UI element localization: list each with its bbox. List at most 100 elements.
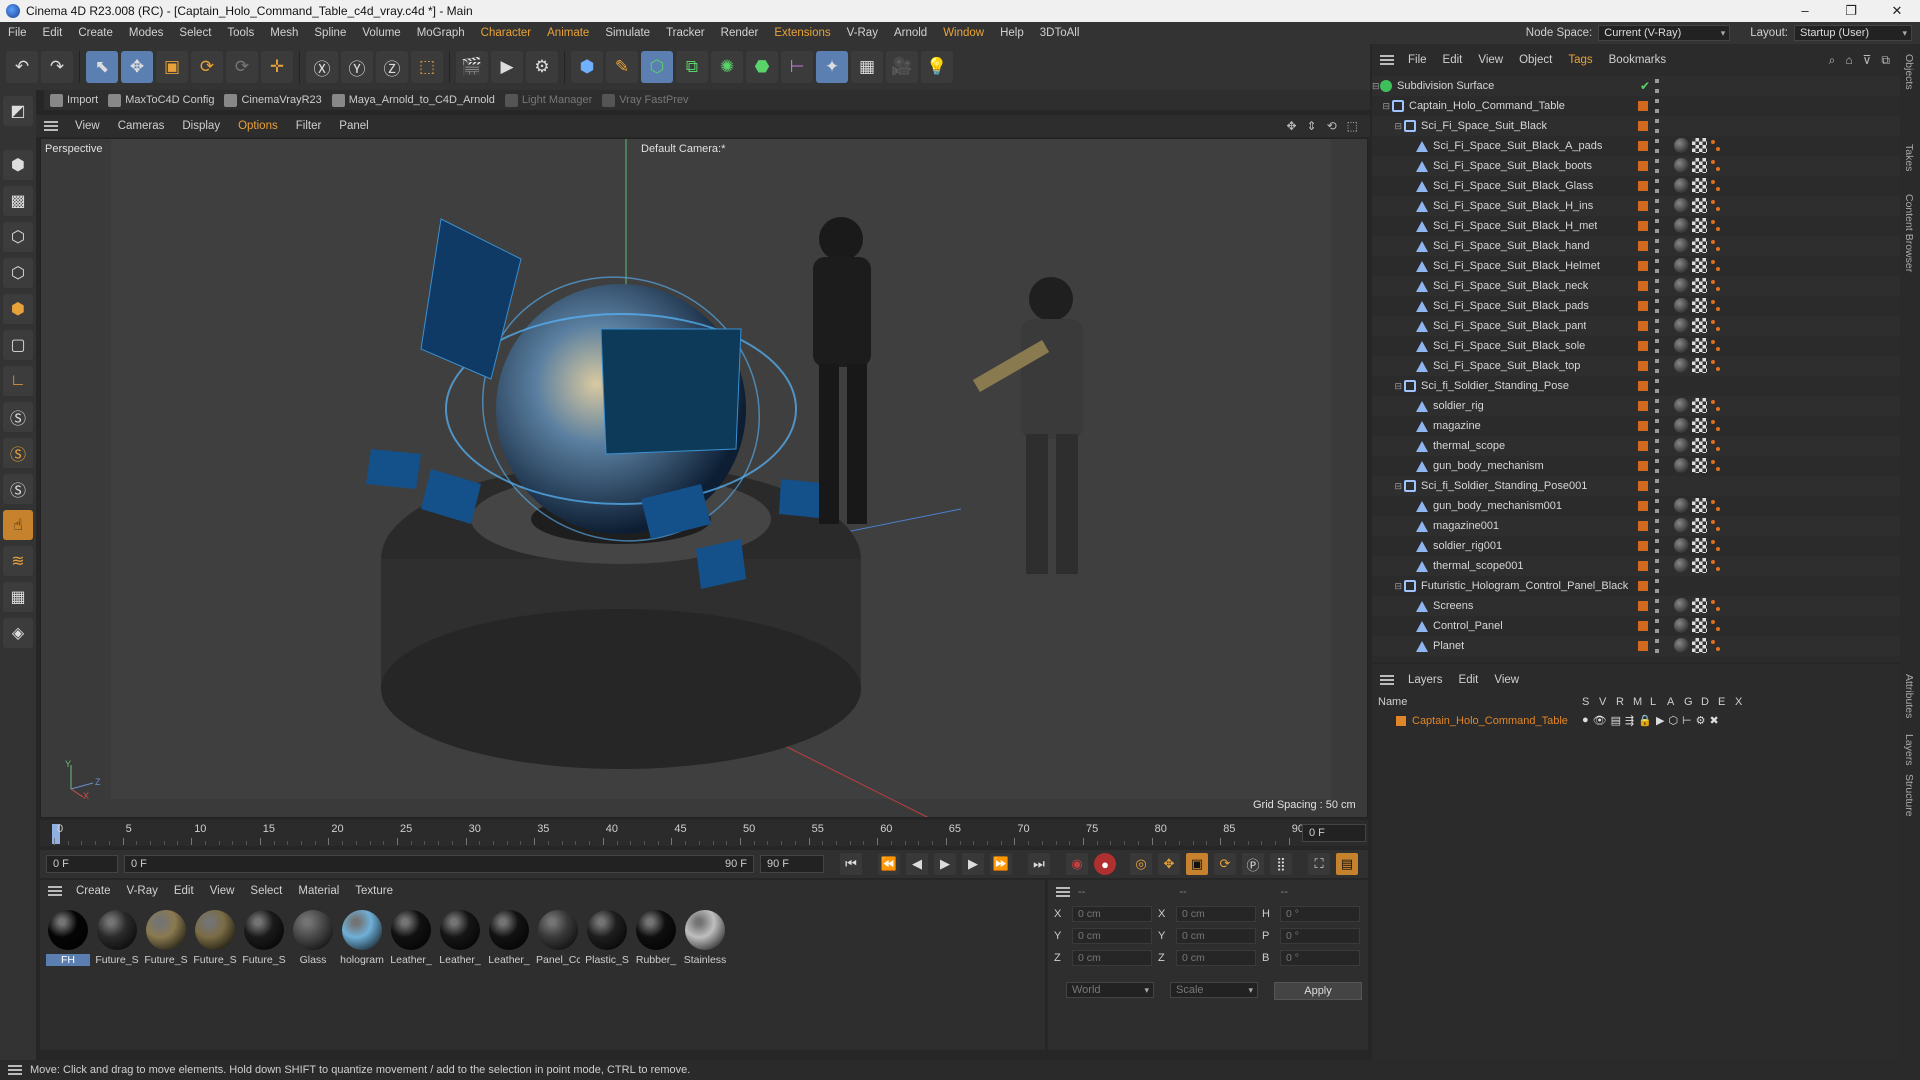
expressions-flag-icon[interactable]: ⚙: [1696, 714, 1706, 727]
texture-tag-icon[interactable]: [1692, 338, 1707, 353]
coord-pos-field[interactable]: 0 cm: [1072, 928, 1152, 944]
material-swatch[interactable]: Plastic_S: [585, 910, 629, 966]
viewport-menu-view[interactable]: View: [66, 120, 109, 132]
texture-tag-icon[interactable]: [1692, 198, 1707, 213]
tab-takes[interactable]: Takes: [1903, 144, 1915, 171]
keyframe-selection-icon[interactable]: ◎: [1130, 853, 1152, 875]
material-tag-icon[interactable]: [1674, 618, 1689, 633]
visibility-dots-icon[interactable]: [1655, 519, 1659, 533]
tab-structure[interactable]: Structure: [1903, 774, 1915, 817]
coord-rot-field[interactable]: 0 °: [1280, 906, 1360, 922]
object-menu-bookmarks[interactable]: Bookmarks: [1601, 54, 1675, 66]
object-tree-row[interactable]: ⊟ Futuristic_Hologram_Control_Panel_Black: [1372, 576, 1900, 596]
texture-tag-icon[interactable]: [1692, 318, 1707, 333]
viewport-menu-display[interactable]: Display: [173, 120, 229, 132]
menu-render[interactable]: Render: [713, 27, 767, 39]
material-swatch[interactable]: Future_S: [144, 910, 188, 966]
next-key-icon[interactable]: ⏩: [990, 853, 1012, 875]
vray-tag-icon[interactable]: [1710, 238, 1722, 253]
texture-tag-icon[interactable]: [1692, 558, 1707, 573]
light-manager-button[interactable]: Light Manager: [504, 93, 592, 107]
subdivision-generator-icon[interactable]: ⬡: [641, 51, 673, 83]
vray-tag-icon[interactable]: [1710, 198, 1722, 213]
menu-character[interactable]: Character: [473, 27, 540, 39]
camera-object-icon[interactable]: 🎥: [886, 51, 918, 83]
material-swatch[interactable]: FH: [46, 910, 90, 966]
record-active-icon[interactable]: ◉: [1066, 853, 1088, 875]
layer-flag-column[interactable]: R: [1616, 696, 1624, 708]
coordinate-system-icon[interactable]: ⬚: [411, 51, 443, 83]
layer-color-tag[interactable]: [1638, 441, 1648, 451]
layer-menu-icon[interactable]: [1380, 675, 1394, 685]
coord-pos-field[interactable]: 0 cm: [1072, 906, 1152, 922]
material-tag-icon[interactable]: [1674, 138, 1689, 153]
layer-flag-column[interactable]: E: [1718, 696, 1725, 708]
object-tree-row[interactable]: Sci_Fi_Space_Suit_Black_Glass: [1372, 176, 1900, 196]
texture-tag-icon[interactable]: [1692, 258, 1707, 273]
key-position-icon[interactable]: ✥: [1158, 853, 1180, 875]
texture-tag-icon[interactable]: [1692, 538, 1707, 553]
tree-expander-icon[interactable]: ⊟: [1372, 381, 1404, 392]
redo-icon[interactable]: ↷: [41, 51, 73, 83]
object-tree-row[interactable]: Sci_Fi_Space_Suit_Black_sole: [1372, 336, 1900, 356]
apply-button[interactable]: Apply: [1274, 982, 1362, 1000]
visibility-dots-icon[interactable]: [1655, 539, 1659, 553]
key-parameter-icon[interactable]: Ⓟ: [1242, 853, 1264, 875]
material-menu-icon[interactable]: [48, 886, 62, 896]
vray-tag-icon[interactable]: [1710, 338, 1722, 353]
visibility-dots-icon[interactable]: [1655, 639, 1659, 653]
layout-dropdown[interactable]: Startup (User): [1794, 25, 1912, 41]
material-menu-material[interactable]: Material: [290, 885, 347, 897]
dolly-view-icon[interactable]: ⇕: [1307, 119, 1317, 133]
visibility-dots-icon[interactable]: [1655, 319, 1659, 333]
menu-file[interactable]: File: [0, 27, 35, 39]
vray-tag-icon[interactable]: [1710, 518, 1722, 533]
solo-mode-icon[interactable]: ◈: [3, 618, 33, 648]
material-tag-icon[interactable]: [1674, 258, 1689, 273]
live-selection-icon[interactable]: ⬉: [86, 51, 118, 83]
material-tag-icon[interactable]: [1674, 178, 1689, 193]
layer-color-tag[interactable]: [1638, 301, 1648, 311]
deformers-flag-icon[interactable]: ⊢: [1682, 714, 1692, 727]
vray-tag-icon[interactable]: [1710, 538, 1722, 553]
next-frame-icon[interactable]: ▶: [962, 853, 984, 875]
texture-tag-icon[interactable]: [1692, 278, 1707, 293]
visibility-dots-icon[interactable]: [1655, 379, 1659, 393]
field-icon[interactable]: ✦: [816, 51, 848, 83]
layer-color-tag[interactable]: [1638, 541, 1648, 551]
material-swatch[interactable]: Future_S: [242, 910, 286, 966]
vray-tag-icon[interactable]: [1710, 438, 1722, 453]
menu-help[interactable]: Help: [992, 27, 1032, 39]
tab-attributes[interactable]: Attributes: [1903, 674, 1915, 718]
material-tag-icon[interactable]: [1674, 198, 1689, 213]
texture-tag-icon[interactable]: [1692, 598, 1707, 613]
layer-color-tag[interactable]: [1638, 341, 1648, 351]
coord-space-dropdown[interactable]: World: [1066, 982, 1154, 998]
mograph-icon[interactable]: ⬣: [746, 51, 778, 83]
tree-expander-icon[interactable]: ⊟: [1372, 121, 1404, 132]
object-tree-row[interactable]: ⊟ Sci_Fi_Space_Suit_Black: [1372, 116, 1900, 136]
key-rotation-icon[interactable]: ⟳: [1214, 853, 1236, 875]
layer-color-tag[interactable]: [1638, 581, 1648, 591]
visibility-dots-icon[interactable]: [1655, 399, 1659, 413]
polygon-mode-icon[interactable]: ⬢: [3, 294, 33, 324]
texture-tag-icon[interactable]: [1692, 618, 1707, 633]
layer-color-tag[interactable]: [1638, 261, 1648, 271]
go-to-start-icon[interactable]: ⏮: [840, 853, 862, 875]
object-menu-edit[interactable]: Edit: [1435, 54, 1471, 66]
material-tag-icon[interactable]: [1674, 318, 1689, 333]
texture-tag-icon[interactable]: [1692, 358, 1707, 373]
coord-menu-icon[interactable]: [1056, 887, 1070, 897]
visibility-dots-icon[interactable]: [1655, 179, 1659, 193]
lock-x-axis-icon[interactable]: Ⓧ: [306, 51, 338, 83]
menu-simulate[interactable]: Simulate: [597, 27, 658, 39]
layer-color-tag[interactable]: [1638, 521, 1648, 531]
layer-flag-column[interactable]: D: [1701, 696, 1709, 708]
visibility-dots-icon[interactable]: [1655, 299, 1659, 313]
menu-arnold[interactable]: Arnold: [886, 27, 935, 39]
texture-tag-icon[interactable]: [1692, 418, 1707, 433]
menu-window[interactable]: Window: [935, 27, 992, 39]
cloner-icon[interactable]: ✺: [711, 51, 743, 83]
motion-system-icon[interactable]: ⛶: [1308, 853, 1330, 875]
material-swatch[interactable]: Glass: [291, 910, 335, 966]
